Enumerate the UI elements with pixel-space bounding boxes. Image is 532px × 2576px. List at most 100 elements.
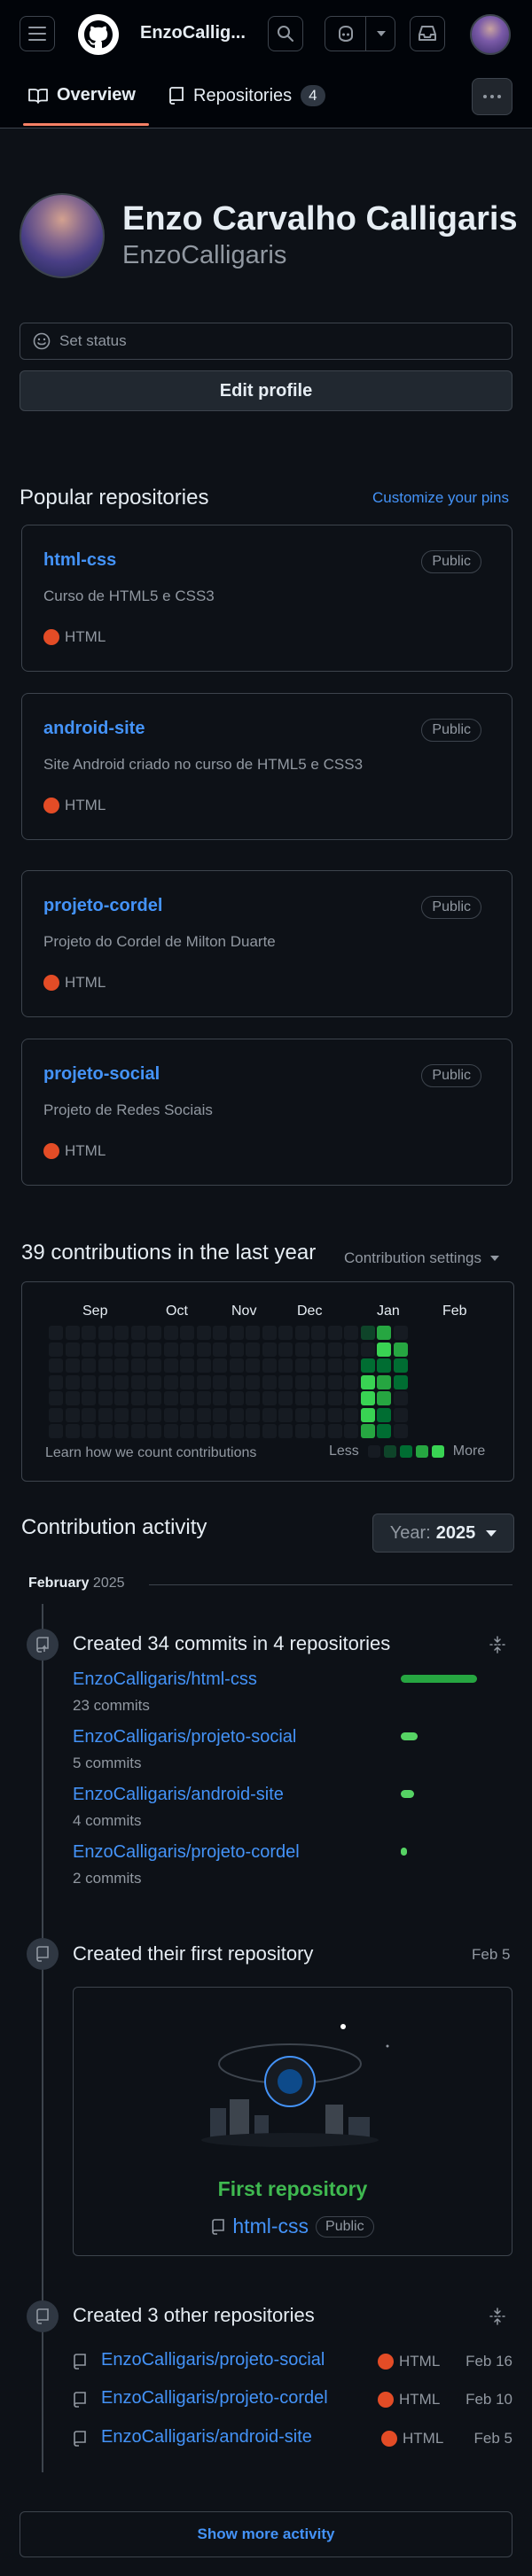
contribution-day[interactable]: [130, 1342, 145, 1357]
contribution-day[interactable]: [246, 1342, 260, 1357]
contribution-day[interactable]: [344, 1407, 358, 1422]
contribution-day[interactable]: [294, 1358, 309, 1373]
contribution-day[interactable]: [213, 1358, 227, 1373]
contribution-day[interactable]: [246, 1326, 260, 1340]
contribution-day[interactable]: [393, 1326, 408, 1340]
contribution-day[interactable]: [327, 1407, 342, 1422]
contribution-day[interactable]: [114, 1374, 129, 1389]
contribution-day[interactable]: [130, 1326, 145, 1340]
contribution-day[interactable]: [65, 1374, 80, 1389]
contribution-day[interactable]: [229, 1424, 244, 1438]
contribution-day[interactable]: [360, 1374, 375, 1389]
contribution-day[interactable]: [147, 1358, 161, 1373]
other-repo-link[interactable]: EnzoCalligaris/projeto-social: [101, 2350, 325, 2370]
contribution-day[interactable]: [377, 1342, 391, 1357]
contribution-day[interactable]: [327, 1424, 342, 1438]
contribution-day[interactable]: [114, 1326, 129, 1340]
profile-avatar[interactable]: [20, 193, 105, 278]
contribution-day[interactable]: [377, 1424, 391, 1438]
first-repo-link[interactable]: html-css: [232, 2214, 309, 2238]
contribution-day[interactable]: [229, 1407, 244, 1422]
contribution-day[interactable]: [65, 1326, 80, 1340]
contribution-day[interactable]: [294, 1326, 309, 1340]
contribution-day[interactable]: [377, 1391, 391, 1405]
contribution-day[interactable]: [65, 1424, 80, 1438]
commit-repo-link[interactable]: EnzoCalligaris/projeto-cordel: [73, 1842, 507, 1863]
contribution-day[interactable]: [163, 1358, 178, 1373]
contribution-day[interactable]: [213, 1407, 227, 1422]
contribution-day[interactable]: [262, 1358, 277, 1373]
contribution-day[interactable]: [294, 1424, 309, 1438]
contribution-day[interactable]: [327, 1391, 342, 1405]
contribution-day[interactable]: [130, 1358, 145, 1373]
contribution-day[interactable]: [196, 1407, 211, 1422]
contribution-day[interactable]: [229, 1326, 244, 1340]
contribution-day[interactable]: [278, 1391, 293, 1405]
contribution-day[interactable]: [262, 1407, 277, 1422]
fold-button[interactable]: [489, 2308, 505, 2330]
contribution-day[interactable]: [163, 1391, 178, 1405]
contribution-day[interactable]: [213, 1342, 227, 1357]
contribution-day[interactable]: [98, 1407, 113, 1422]
contribution-day[interactable]: [98, 1424, 113, 1438]
contribution-day[interactable]: [294, 1407, 309, 1422]
contribution-day[interactable]: [311, 1407, 325, 1422]
more-tabs-button[interactable]: [472, 78, 512, 115]
header-username[interactable]: EnzoCallig...: [140, 23, 246, 43]
contribution-day[interactable]: [327, 1374, 342, 1389]
contribution-day[interactable]: [311, 1374, 325, 1389]
tab-overview[interactable]: Overview: [28, 85, 136, 105]
contribution-day[interactable]: [163, 1342, 178, 1357]
contribution-day[interactable]: [377, 1407, 391, 1422]
contribution-day[interactable]: [246, 1424, 260, 1438]
contribution-day[interactable]: [311, 1326, 325, 1340]
contribution-day[interactable]: [163, 1326, 178, 1340]
contribution-day[interactable]: [393, 1374, 408, 1389]
contribution-day[interactable]: [344, 1358, 358, 1373]
contribution-day[interactable]: [393, 1358, 408, 1373]
contribution-day[interactable]: [147, 1407, 161, 1422]
contribution-day[interactable]: [180, 1358, 194, 1373]
contribution-day[interactable]: [196, 1424, 211, 1438]
pinned-repo-name[interactable]: android-site: [43, 719, 145, 739]
contribution-day[interactable]: [311, 1342, 325, 1357]
contribution-day[interactable]: [213, 1374, 227, 1389]
contribution-day[interactable]: [377, 1326, 391, 1340]
pinned-repo-name[interactable]: html-css: [43, 550, 116, 571]
contribution-day[interactable]: [180, 1407, 194, 1422]
contribution-day[interactable]: [49, 1326, 63, 1340]
contribution-day[interactable]: [180, 1342, 194, 1357]
tab-repositories[interactable]: Repositories 4: [168, 85, 325, 106]
user-avatar[interactable]: [470, 14, 511, 55]
contribution-day[interactable]: [246, 1391, 260, 1405]
contribution-day[interactable]: [114, 1391, 129, 1405]
contribution-day[interactable]: [229, 1391, 244, 1405]
contribution-day[interactable]: [229, 1358, 244, 1373]
pinned-repo-name[interactable]: projeto-cordel: [43, 896, 162, 916]
contribution-day[interactable]: [49, 1342, 63, 1357]
customize-pins-link[interactable]: Customize your pins: [372, 489, 509, 507]
contribution-day[interactable]: [147, 1391, 161, 1405]
contribution-day[interactable]: [393, 1391, 408, 1405]
commit-repo-link[interactable]: EnzoCalligaris/android-site: [73, 1785, 507, 1805]
contribution-day[interactable]: [82, 1326, 96, 1340]
contribution-day[interactable]: [278, 1342, 293, 1357]
contribution-day[interactable]: [65, 1391, 80, 1405]
contribution-day[interactable]: [360, 1391, 375, 1405]
contribution-day[interactable]: [147, 1374, 161, 1389]
contribution-day[interactable]: [180, 1424, 194, 1438]
contribution-day[interactable]: [82, 1342, 96, 1357]
contribution-day[interactable]: [82, 1407, 96, 1422]
contribution-day[interactable]: [360, 1326, 375, 1340]
contribution-day[interactable]: [147, 1424, 161, 1438]
fold-button[interactable]: [489, 1636, 505, 1658]
github-logo-icon[interactable]: [78, 14, 119, 55]
contribution-day[interactable]: [393, 1407, 408, 1422]
contribution-day[interactable]: [213, 1424, 227, 1438]
contribution-day[interactable]: [49, 1407, 63, 1422]
menu-button[interactable]: [20, 16, 55, 51]
contribution-day[interactable]: [49, 1424, 63, 1438]
contribution-day[interactable]: [393, 1342, 408, 1357]
edit-profile-button[interactable]: Edit profile: [20, 370, 512, 411]
contribution-day[interactable]: [82, 1358, 96, 1373]
